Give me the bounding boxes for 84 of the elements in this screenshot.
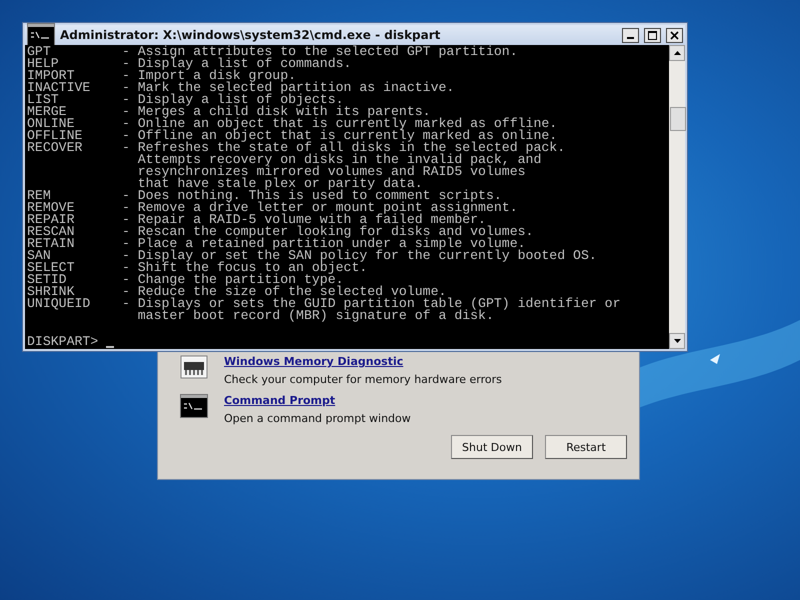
dash-separator: - [122, 274, 131, 286]
dash-separator: - [122, 130, 131, 142]
command-description: Does nothing. This is used to comment scripts. [138, 190, 502, 202]
command-name: SHRINK [27, 286, 74, 298]
command-name: IMPORT [27, 70, 74, 82]
command-description: Rescan the computer looking for disks and volumes. [138, 226, 534, 238]
minimize-button[interactable] [622, 28, 639, 42]
command-name: OFFLINE [27, 130, 84, 142]
command-name: ONLINE [27, 118, 74, 130]
dash-separator: - [122, 106, 131, 118]
dash-separator: - [122, 298, 131, 310]
dash-separator: - [122, 82, 131, 94]
minimize-icon [627, 37, 634, 39]
command-description: Assign attributes to the selected GPT partition. [138, 46, 519, 58]
command-name: REM [27, 190, 51, 202]
command-description: that have stale plex or parity data. [138, 178, 423, 190]
dash-separator: - [122, 214, 131, 226]
command-description: Online an object that is currently marked as offline. [138, 118, 558, 130]
tool-link[interactable]: Command Prompt [224, 394, 411, 407]
command-name: GPT [27, 46, 51, 58]
command-description: Display or set the SAN policy for the currently booted OS. [138, 250, 598, 262]
command-description: Display a list of commands. [138, 58, 352, 70]
command-description: Attempts recovery on disks in the invalid pack, and [138, 154, 542, 166]
command-name: INACTIVE [27, 82, 92, 94]
memory-chip-icon [180, 355, 208, 379]
scroll-up-button[interactable] [669, 45, 685, 61]
command-name: HELP [27, 58, 59, 70]
close-icon [670, 30, 679, 40]
dash-separator: - [122, 226, 131, 238]
dash-separator: - [122, 250, 131, 262]
command-name: UNIQUEID [27, 298, 92, 310]
command-description: resynchronizes mirrored volumes and RAID5 volumes [138, 166, 527, 178]
close-button[interactable] [666, 28, 683, 42]
dash-separator: - [122, 190, 131, 202]
command-name: REMOVE [27, 202, 76, 214]
command-name: RECOVER [27, 142, 84, 154]
command-name: MERGE [27, 106, 67, 118]
maximize-button[interactable] [644, 28, 661, 42]
dash-separator: - [122, 238, 131, 250]
command-description: Repair a RAID-5 volume with a failed member. [138, 214, 486, 226]
dash-separator: - [122, 70, 131, 82]
command-description: Refreshes the state of all disks in the selected pack. [138, 142, 566, 154]
command-description: Shift the focus to an object. [138, 262, 368, 274]
command-name: SAN [27, 250, 51, 262]
command-name: SELECT [27, 262, 76, 274]
tool-description: Open a command prompt window [224, 412, 411, 425]
down-arrow-icon [674, 339, 680, 343]
dash-separator: - [122, 94, 131, 106]
console-icon [180, 394, 208, 418]
scroll-down-button[interactable] [669, 333, 685, 349]
command-description: Offline an object that is currently marked as online. [138, 130, 558, 142]
maximize-icon [648, 30, 657, 40]
dialog-button[interactable]: Restart [545, 435, 627, 459]
command-name: RESCAN [27, 226, 76, 238]
command-name: LIST [27, 94, 59, 106]
vertical-scrollbar[interactable] [669, 45, 685, 349]
command-description: Reduce the size of the selected volume. [138, 286, 446, 298]
dash-separator: - [122, 118, 131, 130]
command-description: Merges a child disk with its parents. [138, 106, 431, 118]
command-description: master boot record (MBR) signature of a disk. [138, 310, 494, 322]
dash-separator: - [122, 58, 131, 70]
prompt-text: DISKPART> [27, 336, 98, 348]
command-description: Display a list of objects. [138, 94, 344, 106]
command-description: Displays or sets the GUID partition table (GPT) identifier or [138, 298, 622, 310]
dash-separator: - [122, 286, 131, 298]
command-description: Mark the selected partition as inactive. [138, 82, 456, 94]
scrollbar-thumb[interactable] [670, 107, 686, 131]
text-cursor [106, 346, 114, 348]
command-description: Remove a drive letter or mount point assignment. [138, 202, 519, 214]
window-title: Administrator: X:\windows\system32\cmd.exe - diskpart [60, 28, 442, 42]
dialog-button[interactable]: Shut Down [451, 435, 533, 459]
command-description: Import a disk group. [138, 70, 296, 82]
command-name: RETAIN [27, 238, 76, 250]
tool-link[interactable]: Windows Memory Diagnostic [224, 355, 502, 368]
command-name: REPAIR [27, 214, 76, 226]
dash-separator: - [122, 142, 131, 154]
command-description: Place a retained partition under a simple volume. [138, 238, 526, 250]
dash-separator: - [122, 262, 131, 274]
command-description: Change the partition type. [138, 274, 344, 286]
dash-separator: - [122, 46, 131, 58]
dash-separator: - [122, 202, 131, 214]
tool-description: Check your computer for memory hardware errors [224, 373, 502, 386]
up-arrow-icon [674, 51, 680, 55]
command-name: SETID [27, 274, 67, 286]
